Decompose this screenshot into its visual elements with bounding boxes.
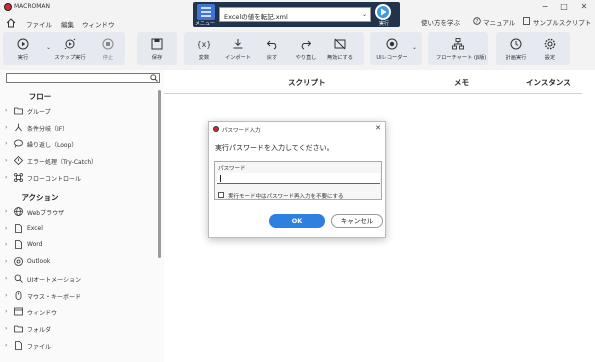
cancel-button[interactable]: キャンセル [331,214,383,228]
password-input[interactable] [217,173,380,184]
password-label: パスワード [218,166,246,172]
dialog-title: パスワード入力 [222,128,261,134]
password-group: パスワード 実行モード中はパスワード再入力を不要にする [214,161,382,200]
dialog-message: 実行パスワードを入力してください。 [215,144,334,152]
text-cursor [220,175,221,182]
password-dialog: パスワード入力 ✕ 実行パスワードを入力してください。 パスワード 実行モード中… [208,121,386,238]
modal-overlay: パスワード入力 ✕ 実行パスワードを入力してください。 パスワード 実行モード中… [0,0,595,362]
skip-password-checkbox[interactable] [218,192,224,198]
close-icon[interactable]: ✕ [375,124,381,132]
skip-password-label[interactable]: 実行モード中はパスワード再入力を不要にする [228,192,344,200]
dialog-logo-icon [213,126,219,132]
ok-button[interactable]: OK [269,214,325,228]
